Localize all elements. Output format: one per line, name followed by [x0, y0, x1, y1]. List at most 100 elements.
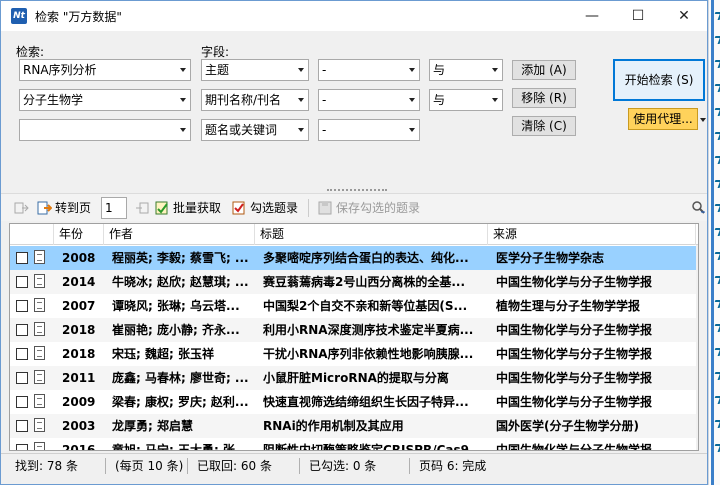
field-combo-2[interactable]: 期刊名称/刊名 [201, 89, 309, 111]
row-checkbox[interactable] [16, 444, 28, 450]
cell-author: 宋珏; 魏超; 张玉祥 [112, 347, 214, 361]
document-icon [34, 298, 45, 312]
search-people-icon[interactable] [691, 200, 707, 216]
row-checkbox[interactable] [16, 420, 28, 432]
status-checked: 已勾选: 0 条 [309, 459, 377, 473]
maximize-button[interactable]: ☐ [615, 1, 661, 31]
cell-year: 2003 [62, 419, 96, 433]
clear-button[interactable]: 清除 (C) [512, 116, 576, 136]
field-label: 字段: [201, 45, 230, 59]
document-icon [34, 274, 45, 288]
query-combo-3[interactable] [19, 119, 191, 141]
vertical-scrollbar[interactable] [696, 245, 698, 450]
modifier-combo-1[interactable]: - [318, 59, 420, 81]
cell-title: 快速直视筛选结缔组织生长因子特异... [263, 395, 469, 409]
cell-source: 中国生物化学与分子生物学报 [496, 323, 653, 337]
row-checkbox[interactable] [16, 348, 28, 360]
cell-year: 2008 [62, 251, 96, 265]
cell-year: 2014 [62, 275, 96, 289]
minimize-button[interactable]: — [569, 1, 615, 31]
modifier-combo-2[interactable]: - [318, 89, 420, 111]
row-checkbox[interactable] [16, 396, 28, 408]
chevron-down-icon [492, 98, 498, 102]
use-proxy-button[interactable]: 使用代理... [628, 108, 698, 130]
modifier-value-3: - [322, 123, 327, 137]
table-row[interactable]: 2008 程丽英; 李毅; 蔡雪飞; ... 多聚嘧啶序列结合蛋白的表达、纯化.… [10, 246, 696, 270]
prev-page-icon[interactable] [13, 200, 29, 216]
chevron-down-icon [298, 98, 304, 102]
cell-source: 中国生物化学与分子生物学报 [496, 395, 653, 409]
modifier-combo-3[interactable]: - [318, 119, 420, 141]
remove-button[interactable]: 移除 (R) [512, 88, 576, 108]
column-header-source[interactable]: 来源 [488, 224, 696, 245]
goto-page-label[interactable]: 转到页 [55, 199, 91, 216]
cell-year: 2007 [62, 299, 96, 313]
check-items-button[interactable]: 勾选题录 [250, 199, 298, 216]
table-row[interactable]: 2003 龙厚勇; 郑启慧 RNAi的作用机制及其应用 国外医学(分子生物学分册… [10, 414, 696, 438]
modifier-value-2: - [322, 93, 327, 107]
table-row[interactable]: 2014 牛晓冰; 赵欣; 赵慧琪; ... 赛豆蓊蔫病毒2号山西分离株的全基.… [10, 270, 696, 294]
table-row[interactable]: 2009 梁春; 康权; 罗庆; 赵利... 快速直视筛选结缔组织生长因子特异.… [10, 390, 696, 414]
cell-title: 中国梨2个自交不亲和新等位基因(S... [263, 299, 468, 313]
proxy-dropdown-icon[interactable] [700, 118, 706, 122]
cell-title: 多聚嘧啶序列结合蛋白的表达、纯化... [263, 251, 469, 265]
document-icon [34, 346, 45, 360]
row-checkbox[interactable] [16, 324, 28, 336]
column-header-author[interactable]: 作者 [104, 224, 255, 245]
query-combo-1[interactable]: RNA序列分析 [19, 59, 191, 81]
title-bar[interactable]: Nt 检索 "万方数据" — ☐ ✕ [1, 1, 707, 31]
cell-source: 植物生理与分子生物学学报 [496, 299, 641, 313]
table-row[interactable]: 2018 崔丽艳; 庞小静; 齐永... 利用小RNA深度测序技术鉴定半夏病..… [10, 318, 696, 342]
field-value-1: 主题 [205, 63, 230, 77]
cell-author: 程丽英; 李毅; 蔡雪飞; ... [112, 251, 249, 265]
document-icon [34, 418, 45, 432]
table-row[interactable]: 2016 童旭; 马宁; 王大勇; 张... 阻断性内切酶策略鉴定CRISPR/… [10, 438, 696, 451]
column-header-year[interactable]: 年份 [54, 224, 104, 245]
header-spacer [10, 224, 54, 245]
next-page-icon[interactable] [135, 200, 151, 216]
query-combo-2[interactable]: 分子生物学 [19, 89, 191, 111]
row-checkbox[interactable] [16, 276, 28, 288]
cell-year: 2018 [62, 347, 96, 361]
logic-combo-2[interactable]: 与 [429, 89, 503, 111]
table-row[interactable]: 2018 宋珏; 魏超; 张玉祥 干扰小RNA序列非依赖性地影响胰腺... 中国… [10, 342, 696, 366]
cell-source: 中国生物化学与分子生物学报 [496, 347, 653, 361]
logic-combo-1[interactable]: 与 [429, 59, 503, 81]
chevron-down-icon [180, 128, 186, 132]
page-number-input[interactable]: 1 [101, 196, 128, 219]
cell-source: 中国生物化学与分子生物学报 [496, 443, 653, 451]
save-checked-button[interactable]: 保存勾选的题录 [336, 199, 420, 216]
cell-year: 2018 [62, 323, 96, 337]
table-row[interactable]: 2007 谭晓风; 张琳; 乌云塔... 中国梨2个自交不亲和新等位基因(S..… [10, 294, 696, 318]
field-combo-1[interactable]: 主题 [201, 59, 309, 81]
cell-title: RNAi的作用机制及其应用 [263, 419, 404, 433]
table-header: 年份 作者 标题 来源 [10, 224, 698, 245]
results-table: 年份 作者 标题 来源 2008 程丽英; 李毅; 蔡雪飞; ... 多聚嘧啶序… [9, 223, 699, 451]
add-button[interactable]: 添加 (A) [512, 60, 576, 80]
cell-author: 牛晓冰; 赵欣; 赵慧琪; ... [112, 275, 249, 289]
field-value-3: 题名或关键词 [205, 123, 278, 137]
document-icon [34, 442, 45, 450]
goto-page-icon[interactable] [36, 200, 53, 216]
chevron-down-icon [180, 98, 186, 102]
row-checkbox[interactable] [16, 372, 28, 384]
query-value-1: RNA序列分析 [23, 63, 97, 77]
row-checkbox[interactable] [16, 252, 28, 264]
batch-fetch-button[interactable]: 批量获取 [173, 199, 221, 216]
check-items-icon [231, 200, 247, 216]
document-icon [34, 370, 45, 384]
cell-author: 崔丽艳; 庞小静; 齐永... [112, 323, 240, 337]
table-row[interactable]: 2011 庞鑫; 马春林; 廖世奇; ... 小鼠肝脏MicroRNA的提取与分… [10, 366, 696, 390]
chevron-down-icon [298, 128, 304, 132]
status-bar: 找到: 78 条 (每页 10 条) 已取回: 60 条 已勾选: 0 条 页码… [1, 453, 707, 477]
close-button[interactable]: ✕ [661, 1, 707, 31]
column-header-title[interactable]: 标题 [255, 224, 488, 245]
status-per-page: (每页 10 条) [115, 459, 184, 473]
row-checkbox[interactable] [16, 300, 28, 312]
start-search-button[interactable]: 开始检索 (S) [613, 59, 705, 101]
field-combo-3[interactable]: 题名或关键词 [201, 119, 309, 141]
chevron-down-icon [492, 68, 498, 72]
query-value-2: 分子生物学 [23, 93, 84, 107]
chevron-down-icon [409, 68, 415, 72]
document-icon [34, 250, 45, 264]
